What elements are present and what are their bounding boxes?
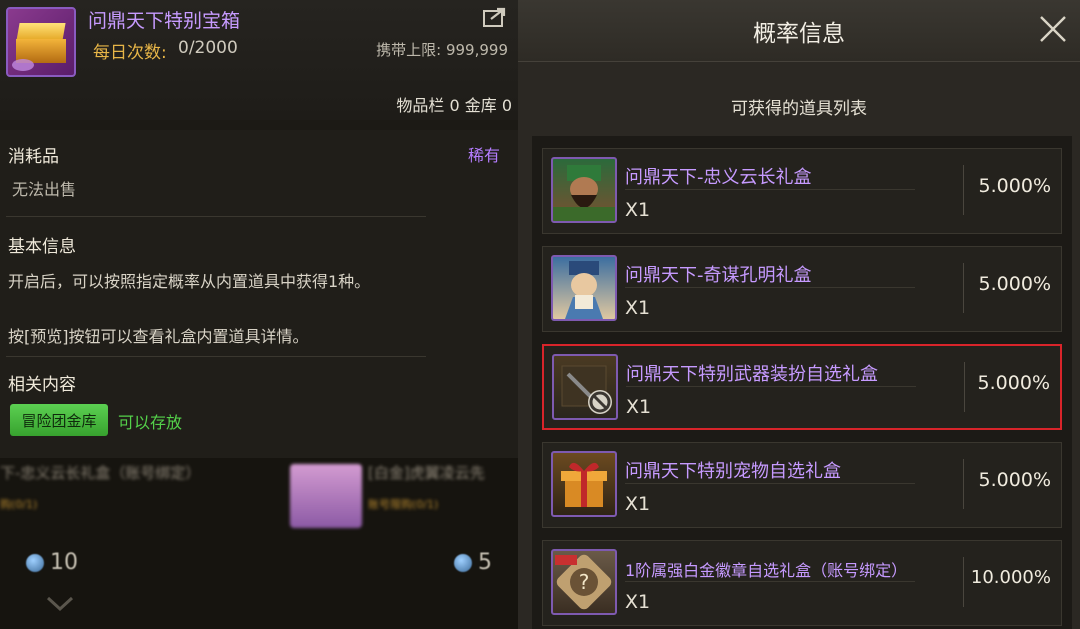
basic-info-line-2: 按[预览]按钮可以查看礼盒内置道具详情。 [8,327,309,346]
reward-row[interactable]: ? 1阶属强白金徽章自选礼盒（账号绑定） X1 10.000% [542,540,1062,626]
share-icon[interactable] [482,6,508,28]
row-separator [963,263,964,313]
item-description: 消耗品 稀有 无法出售 基本信息 开启后，可以按照指定概率从内置道具中获得1种。… [0,130,518,460]
pet-gift-box-icon [551,451,617,517]
platinum-badge-box-icon: ? [551,549,617,615]
row-separator [963,459,964,509]
carry-limit: 携带上限: 999,999 [376,41,508,59]
reward-probability: 5.000% [977,372,1050,394]
rarity-label: 稀有 [467,146,500,165]
trade-status: 无法出售 [12,180,77,199]
storage-count: 物品栏 0 金库 0 [396,96,512,115]
panel-title: 概率信息 [753,21,845,47]
divider [6,356,426,357]
panel-header: 概率信息 [518,0,1080,62]
row-divider [625,189,915,190]
zhuge-liang-portrait-icon [551,255,617,321]
row-divider [625,287,915,288]
reward-probability: 5.000% [978,469,1051,491]
item-name: 问鼎天下特别宝箱 [88,10,241,32]
basic-info-line-1: 开启后，可以按照指定概率从内置道具中获得1种。 [8,272,371,291]
coin-icon [454,553,472,572]
reward-row[interactable]: 问鼎天下-奇谋孔明礼盒 X1 5.000% [542,246,1062,332]
reward-quantity: X1 [625,493,651,515]
reward-name: 问鼎天下-忠义云长礼盒 [625,167,812,188]
item-detail-panel: 问鼎天下特别宝箱 每日次数: 0/2000 携带上限: 999,999 物品栏 … [0,0,518,629]
storable-text: 可以存放 [118,413,183,432]
bg-price-2: 5 [454,550,492,575]
row-divider [625,483,915,484]
bg-price-1: 10 [26,550,78,575]
reward-quantity: X1 [625,199,651,221]
background-shop-list: 下-忠义云长礼盒（账号绑定） 购(0/1) [白金]虎翼凌云先 账号限购(0/1… [0,458,518,629]
reward-name: 问鼎天下特别武器装扮自选礼盒 [626,364,878,385]
svg-text:?: ? [579,570,590,594]
reward-row[interactable]: 问鼎天下-忠义云长礼盒 X1 5.000% [542,148,1062,234]
related-content-title: 相关内容 [8,375,76,395]
reward-probability: 5.000% [978,273,1051,295]
bg-item-name-2: [白金]虎翼凌云先 [368,464,485,482]
reward-probability: 10.000% [970,567,1051,588]
reward-name: 1阶属强白金徽章自选礼盒（账号绑定） [625,561,908,580]
row-divider [625,581,915,582]
reward-quantity: X1 [625,591,651,613]
treasure-chest-icon [6,7,76,77]
basic-info-title: 基本信息 [8,237,76,257]
bg-item-name-1: 下-忠义云长礼盒（账号绑定） [0,464,201,482]
reward-name: 问鼎天下-奇谋孔明礼盒 [625,265,812,286]
reward-list-title: 可获得的道具列表 [731,99,867,119]
item-header: 问鼎天下特别宝箱 每日次数: 0/2000 携带上限: 999,999 物品栏 … [0,0,518,120]
daily-count-value: 0/2000 [178,38,238,58]
reward-quantity: X1 [625,297,651,319]
row-separator [963,165,964,215]
adventure-vault-tag[interactable]: 冒险团金库 [10,404,108,436]
divider [6,216,426,217]
bg-item-sub-1: 购(0/1) [0,498,38,511]
bg-item-sub-2: 账号限购(0/1) [368,498,439,511]
reward-name: 问鼎天下特别宠物自选礼盒 [625,461,841,482]
probability-panel: 概率信息 可获得的道具列表 问鼎天下-忠义云长礼盒 X1 5.000% 问鼎天下… [518,0,1080,629]
reward-list[interactable]: 问鼎天下-忠义云长礼盒 X1 5.000% 问鼎天下-奇谋孔明礼盒 X1 5.0… [532,136,1072,629]
daily-count-label: 每日次数: [93,43,167,63]
bg-item-thumbnail [290,464,362,528]
reward-probability: 5.000% [978,175,1051,197]
item-type: 消耗品 [8,147,59,167]
row-divider [626,386,916,387]
row-separator [963,557,964,607]
chevron-down-icon[interactable] [46,596,74,612]
reward-row-selected[interactable]: 问鼎天下特别武器装扮自选礼盒 X1 5.000% [542,344,1062,430]
guan-yu-portrait-icon [551,157,617,223]
reward-quantity: X1 [626,396,652,418]
close-icon[interactable] [1038,14,1068,44]
weapon-box-disabled-icon [552,354,618,420]
reward-row[interactable]: 问鼎天下特别宠物自选礼盒 X1 5.000% [542,442,1062,528]
row-separator [964,362,965,412]
coin-icon [26,553,44,572]
